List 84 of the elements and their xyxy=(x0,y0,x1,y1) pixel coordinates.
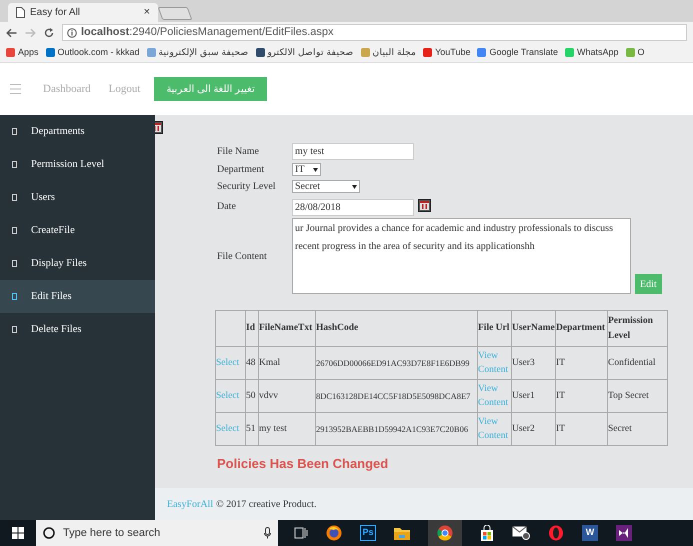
column-header: UserName xyxy=(512,310,556,346)
caret-icon xyxy=(313,168,318,172)
table-cell: Secret xyxy=(608,412,668,446)
address-field[interactable]: localhost:2940/PoliciesManagement/EditFiles.aspx xyxy=(62,24,687,41)
browser-tab[interactable]: Easy for All × xyxy=(8,3,158,22)
field-label: File Content xyxy=(217,250,268,264)
table-cell: Kmal xyxy=(258,346,316,380)
dropdown[interactable]: Secret xyxy=(292,180,360,193)
bookmark-link[interactable]: Google Translate xyxy=(477,46,558,60)
field-label: File Name xyxy=(217,145,260,159)
caret-icon xyxy=(352,184,357,188)
search-icon xyxy=(43,527,55,539)
column-header: Department xyxy=(556,310,608,346)
browser-icon[interactable] xyxy=(326,525,342,541)
bookmark-link[interactable]: O xyxy=(626,46,645,60)
column-header: FileNameTxt xyxy=(258,310,316,346)
microphone-icon[interactable] xyxy=(264,527,271,539)
page-icon xyxy=(16,7,25,18)
text-field[interactable]: my test xyxy=(292,143,414,160)
photoshop-icon[interactable]: Ps xyxy=(360,525,376,541)
table-cell: 51 xyxy=(246,412,258,446)
bookmark-link[interactable]: YouTube xyxy=(423,46,470,60)
field-label: Date xyxy=(217,200,237,214)
sidebar-item[interactable]: CreateFile xyxy=(0,214,155,247)
square-icon xyxy=(12,161,17,168)
table-cell: Confidential xyxy=(608,346,668,380)
sidebar-item[interactable]: Users xyxy=(0,181,155,214)
back-arrow-icon[interactable] xyxy=(6,28,17,38)
task-view-icon[interactable] xyxy=(294,527,308,539)
table-cell: my test xyxy=(258,412,316,446)
status-message: Policies Has Been Changed xyxy=(217,455,390,473)
table-cell: 26706DD00066ED91AC93D7E8F1E6DB99 xyxy=(316,346,478,380)
table-cell: 50 xyxy=(246,380,258,412)
bookmark-link[interactable]: WhatsApp xyxy=(565,46,619,60)
bookmark-link[interactable]: مجلة البيان xyxy=(360,46,416,60)
info-icon xyxy=(67,28,77,38)
field-label: Department xyxy=(217,163,266,177)
bookmark-link[interactable]: صحيفة تواصل الالكترو xyxy=(256,46,354,60)
tab-close-button[interactable]: × xyxy=(144,4,150,21)
sidebar-item[interactable]: Delete Files xyxy=(0,313,155,346)
square-icon xyxy=(12,326,17,333)
column-header: Permission Level xyxy=(608,310,668,346)
shopping-bag-icon[interactable] xyxy=(480,525,494,541)
folder-icon[interactable] xyxy=(394,526,410,540)
bookmark-link[interactable]: Apps xyxy=(6,46,39,60)
column-header: File Url xyxy=(478,310,512,346)
sidebar-item[interactable]: Display Files xyxy=(0,247,155,280)
square-icon xyxy=(12,227,17,234)
table-cell: IT xyxy=(556,346,608,380)
sidebar-item[interactable]: Permission Level xyxy=(0,148,155,181)
field-label: Security Level xyxy=(217,180,277,194)
column-header: Id xyxy=(246,310,258,346)
bookmark-link[interactable]: صحيفة سبق الإلكترونية xyxy=(146,46,249,60)
table-cell: User2 xyxy=(512,412,556,446)
table-cell: Top Secret xyxy=(608,380,668,412)
taskbar-search-field[interactable]: Type here to search xyxy=(36,520,278,546)
table-cell: User3 xyxy=(512,346,556,380)
table-cell: 2913952BAEBB1D59942A1C93E7C20B06 xyxy=(316,412,478,446)
square-icon xyxy=(12,194,17,201)
opera-icon[interactable] xyxy=(548,525,564,541)
content-text-area[interactable]: ur Journal provides a chance for academic and industry professionals to discuss recent progress in the area of security and its applicationshh xyxy=(292,218,631,294)
square-icon xyxy=(12,128,17,135)
sidebar-item[interactable]: Edit Files xyxy=(0,280,155,313)
word-icon[interactable]: W xyxy=(582,525,598,541)
table-cell: 8DC163128DE14CC5F18D5E5098DCA8E7 xyxy=(316,380,478,412)
reload-icon[interactable] xyxy=(44,28,54,38)
mail-icon[interactable] xyxy=(512,526,530,540)
table-cell: IT xyxy=(556,412,608,446)
windows-icon[interactable] xyxy=(12,527,24,539)
table-cell: IT xyxy=(556,380,608,412)
date-field[interactable]: 28/08/2018 xyxy=(292,199,414,216)
sidebar-item[interactable]: Departments xyxy=(0,115,155,148)
chrome-icon[interactable] xyxy=(437,525,453,541)
copyright-text: © 2017 creative Product. xyxy=(216,498,316,512)
visual-studio-icon[interactable] xyxy=(616,525,632,541)
table-cell: User1 xyxy=(512,380,556,412)
column-header: HashCode xyxy=(316,310,478,346)
dropdown[interactable]: IT xyxy=(292,163,321,176)
table-cell: 48 xyxy=(246,346,258,380)
square-icon xyxy=(12,293,17,300)
bookmark-link[interactable]: Outlook.com - kkkad xyxy=(46,46,140,60)
square-icon xyxy=(12,260,17,267)
calendar-icon[interactable] xyxy=(418,199,431,212)
table-cell: vdvv xyxy=(258,380,316,412)
